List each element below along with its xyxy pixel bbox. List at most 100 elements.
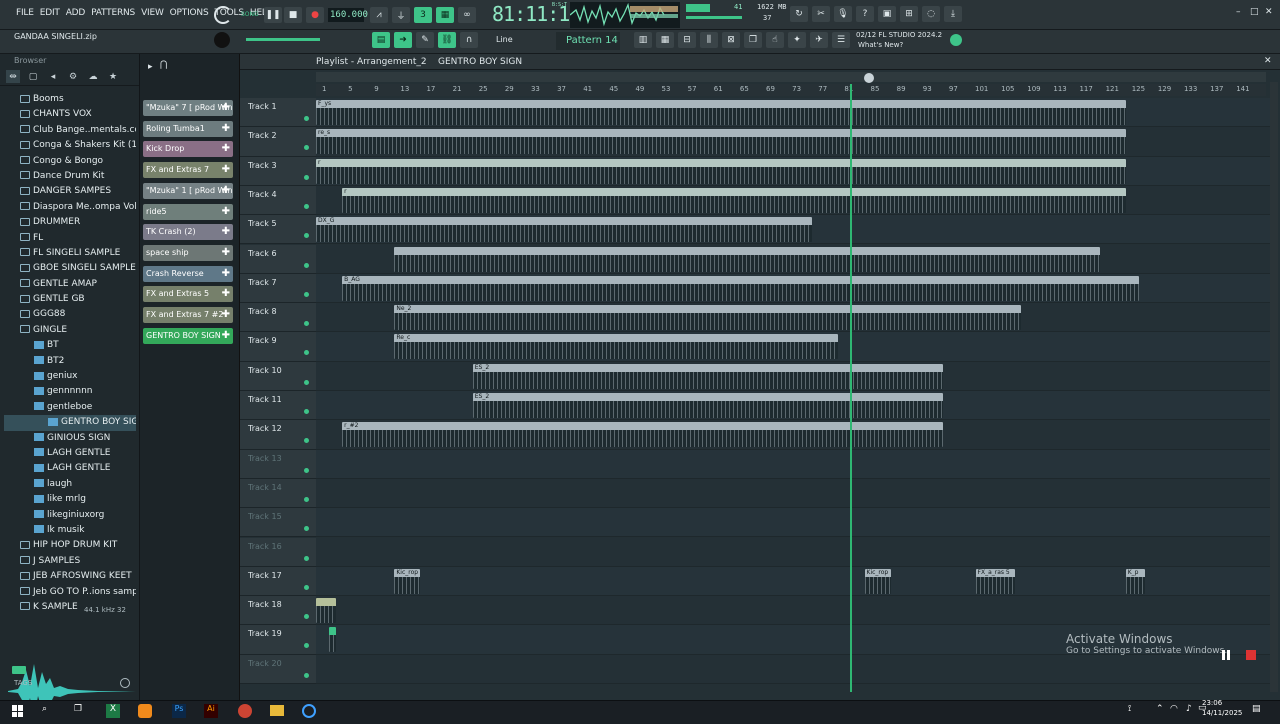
plugin-icon[interactable]: ⊞ bbox=[900, 6, 918, 22]
browser-folder[interactable]: HIP HOP DRUM KIT bbox=[4, 538, 136, 553]
playlist-clip[interactable]: FX_a_ras 5 bbox=[975, 568, 1015, 594]
browser-folder[interactable]: DANGER SAMPES bbox=[4, 184, 136, 199]
recorder-app-icon[interactable] bbox=[238, 704, 252, 718]
clock-time[interactable]: 23:06 bbox=[1202, 699, 1222, 707]
timeline-ruler[interactable]: 1 5 9 13 17 21 25 29 33 37 41 45 49 53 57 61 65 69 73 77 81 8… bbox=[316, 84, 1266, 96]
browser-file[interactable]: GINIOUS SIGN bbox=[4, 431, 136, 446]
notification-icon[interactable]: ▤ bbox=[1252, 704, 1261, 714]
channel-rack-icon[interactable]: ⊟ bbox=[678, 32, 696, 48]
track-header[interactable]: Track 5 bbox=[240, 215, 316, 245]
add-icon[interactable]: ✚ bbox=[222, 245, 230, 261]
add-icon[interactable]: ✚ bbox=[222, 141, 230, 157]
track-mute-icon[interactable] bbox=[304, 262, 309, 268]
mixer-icon[interactable]: ⫼ bbox=[700, 32, 718, 48]
browser-icon[interactable]: ⊠ bbox=[722, 32, 740, 48]
pencil-icon[interactable]: ✎ bbox=[416, 32, 434, 48]
playlist-clip[interactable] bbox=[316, 598, 336, 624]
browser-folder[interactable]: DRUMMER bbox=[4, 215, 136, 230]
track-lane[interactable] bbox=[316, 654, 1270, 684]
tools-icon[interactable]: ✈ bbox=[810, 32, 828, 48]
picker-channel[interactable]: ride5 ✚ bbox=[143, 203, 233, 220]
start-icon[interactable] bbox=[12, 705, 24, 717]
browser-folder[interactable]: GBOE SINGELI SAMPLE bbox=[4, 261, 136, 276]
picker-channel[interactable]: GENTRO BOY SIGN ✚ bbox=[143, 327, 233, 344]
browser-folder[interactable]: GENTLE AMAP bbox=[4, 277, 136, 292]
track-lane[interactable] bbox=[316, 508, 1270, 538]
browser-file[interactable]: LAGH GENTLE bbox=[4, 461, 136, 476]
playlist-clip[interactable]: Ne_2 bbox=[394, 305, 1022, 331]
track-mute-icon[interactable] bbox=[304, 233, 309, 239]
menu-file[interactable]: FILE bbox=[14, 8, 36, 18]
metronome-icon[interactable]: ⩘ bbox=[370, 7, 388, 23]
track-mute-icon[interactable] bbox=[304, 321, 309, 327]
tag-search-icon[interactable] bbox=[120, 678, 130, 688]
countdown-icon[interactable]: 3 bbox=[414, 7, 432, 23]
clock-date[interactable]: 14/11/2025 bbox=[1202, 709, 1242, 717]
browser-gear-icon[interactable]: ⚙ bbox=[66, 70, 80, 83]
playlist-clip[interactable]: F_ys bbox=[316, 100, 1126, 125]
playlist-clip[interactable] bbox=[329, 627, 336, 653]
track-header[interactable]: Track 16 bbox=[240, 537, 316, 567]
master-volume-knob[interactable] bbox=[214, 32, 230, 48]
maximize-icon[interactable]: □ bbox=[1250, 7, 1259, 17]
menu-options[interactable]: OPTIONS bbox=[168, 8, 211, 18]
playlist-clip[interactable]: r_#2 bbox=[342, 422, 943, 448]
mic-icon[interactable]: 🎙 bbox=[834, 6, 852, 22]
vertical-scrollbar[interactable] bbox=[1270, 82, 1278, 692]
tempo-display[interactable]: 160.000 bbox=[328, 8, 368, 22]
master-pitch-slider[interactable] bbox=[246, 38, 320, 41]
browser-folder[interactable]: J SAMPLES bbox=[4, 554, 136, 569]
search-icon[interactable]: ⌕ bbox=[42, 704, 47, 714]
playlist-current-pattern[interactable]: GENTRO BOY SIGN bbox=[438, 57, 522, 67]
browser-file[interactable]: LAGH GENTLE bbox=[4, 446, 136, 461]
notes-icon[interactable]: ☰ bbox=[832, 32, 850, 48]
playlist-clip[interactable]: Kic_rop bbox=[864, 568, 891, 594]
browser-file[interactable]: gennnnnn bbox=[4, 384, 136, 399]
add-icon[interactable]: ✚ bbox=[222, 204, 230, 220]
picker-channel[interactable]: Kick Drop ✚ bbox=[143, 141, 233, 158]
track-header[interactable]: Track 14 bbox=[240, 478, 316, 509]
online-icon[interactable] bbox=[950, 34, 962, 46]
recorder-stop-icon[interactable] bbox=[1246, 650, 1256, 660]
chrome-icon[interactable] bbox=[302, 704, 316, 718]
track-header[interactable]: Track 8 bbox=[240, 303, 316, 333]
picker-channel[interactable]: TK Crash (2) ✚ bbox=[143, 224, 233, 241]
track-mute-icon[interactable] bbox=[304, 643, 309, 649]
track-header[interactable]: Track 7 bbox=[240, 273, 316, 304]
browser-folder[interactable]: Booms bbox=[4, 92, 136, 107]
browser-file[interactable]: likeginiuxorg bbox=[4, 508, 136, 523]
menu-add[interactable]: ADD bbox=[64, 8, 87, 18]
track-lane[interactable] bbox=[316, 537, 1270, 567]
track-mute-icon[interactable] bbox=[304, 614, 309, 620]
browser-file-icon[interactable]: ▢ bbox=[26, 70, 40, 83]
track-mute-icon[interactable] bbox=[304, 496, 309, 502]
browser-file[interactable]: geniux bbox=[4, 369, 136, 384]
wait-icon[interactable]: ⏚ bbox=[392, 7, 410, 23]
track-mute-icon[interactable] bbox=[304, 409, 309, 414]
playlist-clip[interactable]: DX_G bbox=[316, 217, 813, 243]
track-header[interactable]: Track 3 bbox=[240, 156, 316, 186]
track-lane[interactable] bbox=[316, 596, 1270, 626]
track-header[interactable]: Track 11 bbox=[240, 391, 316, 421]
picker-channel[interactable]: FX and Extras 5 ✚ bbox=[143, 286, 233, 303]
play-button[interactable]: ❚❚ bbox=[264, 7, 282, 23]
link-icon[interactable]: ⛓ bbox=[438, 32, 456, 48]
picker-channel[interactable]: FX and Extras 7 ✚ bbox=[143, 162, 233, 179]
browser-cloud-icon[interactable]: ☁ bbox=[86, 70, 100, 83]
track-mute-icon[interactable] bbox=[304, 555, 309, 561]
playlist-clip[interactable]: Re_c bbox=[394, 334, 839, 360]
fl-studio-icon[interactable] bbox=[138, 704, 152, 718]
undo-icon[interactable]: ↻ bbox=[790, 6, 808, 22]
browser-folder[interactable]: Dance Drum Kit bbox=[4, 169, 136, 184]
draw-icon[interactable]: ➜ bbox=[394, 32, 412, 48]
browser-folder[interactable]: CHANTS VOX bbox=[4, 107, 136, 122]
browser-folder[interactable]: GGG88 bbox=[4, 307, 136, 322]
browser-all-icon[interactable]: ⇹ bbox=[6, 70, 20, 83]
track-header[interactable]: Track 19 bbox=[240, 625, 316, 655]
browser-folder[interactable]: Diaspora Me..ompa Vol. 2 bbox=[4, 200, 136, 215]
copy-icon[interactable]: ❐ bbox=[744, 32, 762, 48]
picker-channel[interactable]: Crash Reverse ✚ bbox=[143, 265, 233, 282]
magnet-icon[interactable]: ∩ bbox=[460, 32, 478, 48]
track-mute-icon[interactable] bbox=[304, 584, 309, 590]
wifi-icon[interactable]: ◠ bbox=[1170, 704, 1178, 714]
